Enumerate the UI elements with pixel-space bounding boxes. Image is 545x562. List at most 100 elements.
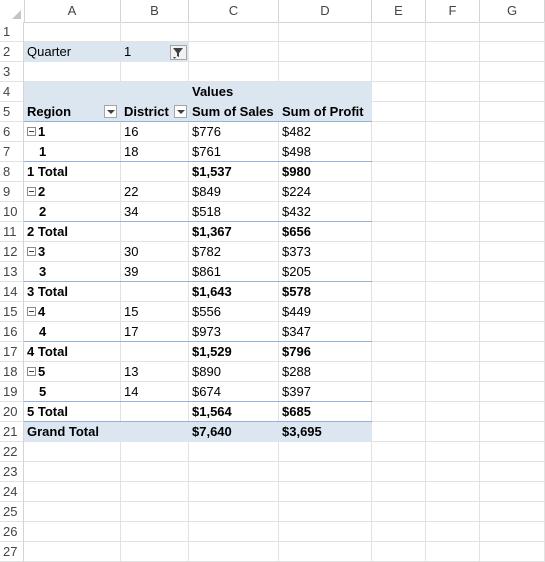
sales-cell[interactable]: $674 bbox=[189, 382, 279, 402]
row-header-5[interactable]: 5 bbox=[0, 102, 24, 122]
row-header-8[interactable]: 8 bbox=[0, 162, 24, 182]
collapse-icon[interactable] bbox=[27, 367, 36, 377]
district-cell[interactable]: 39 bbox=[121, 262, 189, 282]
sales-cell[interactable]: $890 bbox=[189, 362, 279, 382]
filter-dropdown-button[interactable] bbox=[170, 45, 187, 60]
sales-cell[interactable]: $1,564 bbox=[189, 402, 279, 422]
district-filter-dropdown[interactable] bbox=[174, 105, 187, 118]
grand-total-sales[interactable]: $7,640 bbox=[189, 422, 279, 442]
sales-cell[interactable]: $861 bbox=[189, 262, 279, 282]
collapse-icon[interactable] bbox=[27, 307, 36, 317]
row-header-23[interactable]: 23 bbox=[0, 462, 24, 482]
row-header-18[interactable]: 18 bbox=[0, 362, 24, 382]
region-cell[interactable]: 5 bbox=[24, 382, 121, 402]
region-cell[interactable]: 5 bbox=[24, 362, 121, 382]
profit-cell[interactable]: $224 bbox=[279, 182, 372, 202]
region-filter-dropdown[interactable] bbox=[104, 105, 117, 118]
select-all-corner[interactable] bbox=[0, 0, 25, 22]
region-cell[interactable]: 2 Total bbox=[24, 222, 121, 242]
row-header-20[interactable]: 20 bbox=[0, 402, 24, 422]
district-cell[interactable]: 30 bbox=[121, 242, 189, 262]
region-cell[interactable]: 4 Total bbox=[24, 342, 121, 362]
region-cell[interactable]: 4 bbox=[24, 302, 121, 322]
sales-cell[interactable]: $776 bbox=[189, 122, 279, 142]
row-header-19[interactable]: 19 bbox=[0, 382, 24, 402]
sales-cell[interactable]: $1,367 bbox=[189, 222, 279, 242]
grand-total-label[interactable]: Grand Total bbox=[24, 422, 121, 442]
region-cell[interactable]: 1 bbox=[24, 122, 121, 142]
region-cell[interactable]: 1 bbox=[24, 142, 121, 162]
profit-cell[interactable]: $482 bbox=[279, 122, 372, 142]
district-cell[interactable] bbox=[121, 162, 189, 182]
profit-cell[interactable]: $373 bbox=[279, 242, 372, 262]
row-header-4[interactable]: 4 bbox=[0, 82, 24, 102]
district-cell[interactable] bbox=[121, 222, 189, 242]
profit-cell[interactable]: $656 bbox=[279, 222, 372, 242]
row-header-22[interactable]: 22 bbox=[0, 442, 24, 462]
region-cell[interactable]: 1 Total bbox=[24, 162, 121, 182]
column-header-d[interactable]: D bbox=[279, 0, 372, 22]
row-header-26[interactable]: 26 bbox=[0, 522, 24, 542]
district-cell[interactable]: 15 bbox=[121, 302, 189, 322]
row-header-25[interactable]: 25 bbox=[0, 502, 24, 522]
district-cell[interactable]: 22 bbox=[121, 182, 189, 202]
column-header-b[interactable]: B bbox=[121, 0, 189, 22]
district-cell[interactable]: 13 bbox=[121, 362, 189, 382]
profit-cell[interactable]: $578 bbox=[279, 282, 372, 302]
region-cell[interactable]: 3 Total bbox=[24, 282, 121, 302]
row-header-11[interactable]: 11 bbox=[0, 222, 24, 242]
sales-cell[interactable]: $518 bbox=[189, 202, 279, 222]
region-cell[interactable]: 5 Total bbox=[24, 402, 121, 422]
profit-cell[interactable]: $397 bbox=[279, 382, 372, 402]
profit-cell[interactable]: $498 bbox=[279, 142, 372, 162]
grand-total-profit[interactable]: $3,695 bbox=[279, 422, 372, 442]
profit-cell[interactable]: $205 bbox=[279, 262, 372, 282]
collapse-icon[interactable] bbox=[27, 127, 36, 137]
sales-cell[interactable]: $973 bbox=[189, 322, 279, 342]
row-header-27[interactable]: 27 bbox=[0, 542, 24, 562]
region-cell[interactable]: 3 bbox=[24, 242, 121, 262]
district-cell[interactable]: 17 bbox=[121, 322, 189, 342]
profit-cell[interactable]: $449 bbox=[279, 302, 372, 322]
region-cell[interactable]: 2 bbox=[24, 182, 121, 202]
district-cell[interactable]: 16 bbox=[121, 122, 189, 142]
sales-cell[interactable]: $761 bbox=[189, 142, 279, 162]
sales-cell[interactable]: $556 bbox=[189, 302, 279, 322]
district-cell[interactable] bbox=[121, 402, 189, 422]
sales-cell[interactable]: $849 bbox=[189, 182, 279, 202]
row-header-16[interactable]: 16 bbox=[0, 322, 24, 342]
profit-cell[interactable]: $796 bbox=[279, 342, 372, 362]
profit-cell[interactable]: $685 bbox=[279, 402, 372, 422]
row-header-6[interactable]: 6 bbox=[0, 122, 24, 142]
profit-cell[interactable]: $980 bbox=[279, 162, 372, 182]
region-cell[interactable]: 2 bbox=[24, 202, 121, 222]
column-header-g[interactable]: G bbox=[480, 0, 545, 22]
row-header-3[interactable]: 3 bbox=[0, 62, 24, 82]
sales-cell[interactable]: $782 bbox=[189, 242, 279, 262]
row-header-7[interactable]: 7 bbox=[0, 142, 24, 162]
row-header-14[interactable]: 14 bbox=[0, 282, 24, 302]
row-header-1[interactable]: 1 bbox=[0, 22, 24, 42]
row-header-24[interactable]: 24 bbox=[0, 482, 24, 502]
district-cell[interactable]: 18 bbox=[121, 142, 189, 162]
column-header-f[interactable]: F bbox=[426, 0, 480, 22]
row-header-21[interactable]: 21 bbox=[0, 422, 24, 442]
row-header-2[interactable]: 2 bbox=[0, 42, 24, 62]
region-cell[interactable]: 3 bbox=[24, 262, 121, 282]
profit-cell[interactable]: $347 bbox=[279, 322, 372, 342]
column-header-e[interactable]: E bbox=[372, 0, 426, 22]
sales-cell[interactable]: $1,529 bbox=[189, 342, 279, 362]
row-header-13[interactable]: 13 bbox=[0, 262, 24, 282]
profit-cell[interactable]: $432 bbox=[279, 202, 372, 222]
row-header-9[interactable]: 9 bbox=[0, 182, 24, 202]
row-header-12[interactable]: 12 bbox=[0, 242, 24, 262]
sales-cell[interactable]: $1,537 bbox=[189, 162, 279, 182]
region-cell[interactable]: 4 bbox=[24, 322, 121, 342]
collapse-icon[interactable] bbox=[27, 247, 36, 257]
row-header-15[interactable]: 15 bbox=[0, 302, 24, 322]
district-cell[interactable] bbox=[121, 282, 189, 302]
collapse-icon[interactable] bbox=[27, 187, 36, 197]
row-header-10[interactable]: 10 bbox=[0, 202, 24, 222]
column-header-c[interactable]: C bbox=[189, 0, 279, 22]
district-cell[interactable]: 34 bbox=[121, 202, 189, 222]
